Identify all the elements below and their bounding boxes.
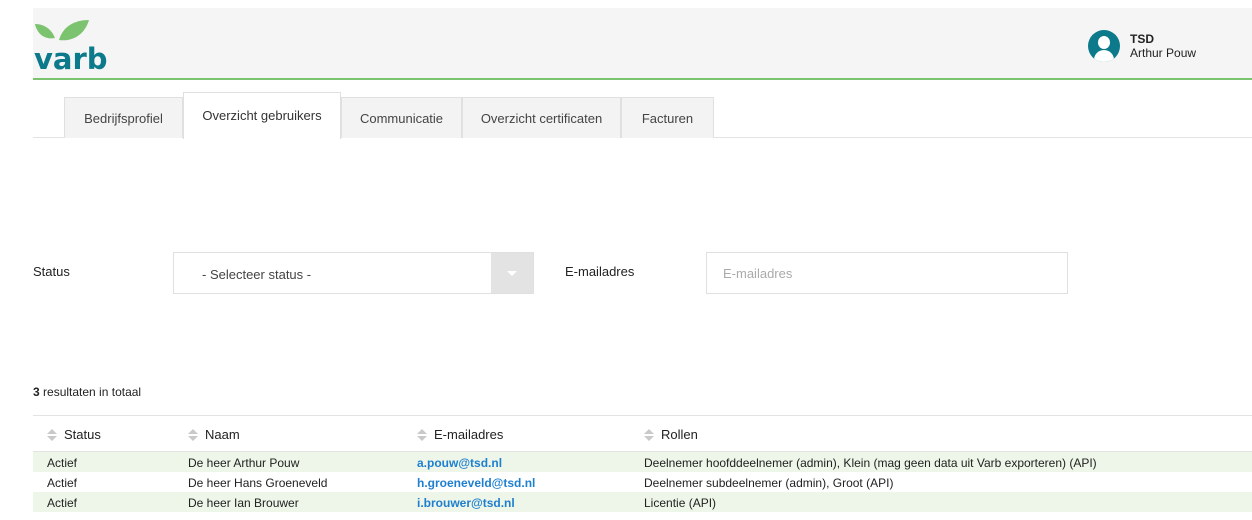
cell-status: Actief bbox=[47, 496, 78, 510]
status-select-value: - Selecteer status - bbox=[202, 267, 312, 282]
cell-rollen: Licentie (API) bbox=[644, 496, 717, 510]
column-header-label: Status bbox=[64, 427, 101, 442]
results-count-suffix: resultaten in totaal bbox=[39, 385, 142, 399]
email-filter-label: E-mailadres bbox=[565, 264, 635, 279]
results-count-number: 3 bbox=[33, 385, 40, 399]
tab-communicatie[interactable]: Communicatie bbox=[341, 97, 462, 138]
users-table: Status Naam E-mailadres Rollen Actief De… bbox=[33, 415, 1252, 512]
user-avatar-icon bbox=[1088, 30, 1120, 62]
results-count: 3 resultaten in totaal bbox=[33, 385, 141, 399]
sort-icon bbox=[417, 428, 427, 441]
cell-email-link[interactable]: h.groeneveld@tsd.nl bbox=[417, 476, 535, 490]
column-header-naam[interactable]: Naam bbox=[188, 427, 240, 442]
sort-icon bbox=[644, 428, 654, 441]
status-select[interactable]: - Selecteer status - bbox=[173, 252, 534, 294]
tab-facturen[interactable]: Facturen bbox=[621, 97, 714, 138]
table-row[interactable]: Actief De heer Hans Groeneveld h.groenev… bbox=[33, 472, 1252, 492]
cell-naam: De heer Ian Brouwer bbox=[188, 496, 299, 510]
user-name: Arthur Pouw bbox=[1130, 46, 1197, 60]
tab-overzicht-certificaten[interactable]: Overzicht certificaten bbox=[462, 97, 621, 138]
table-row[interactable]: Actief De heer Arthur Pouw a.pouw@tsd.nl… bbox=[33, 452, 1252, 472]
logo-text: varb bbox=[34, 42, 108, 76]
cell-naam: De heer Arthur Pouw bbox=[188, 456, 300, 470]
cell-status: Actief bbox=[47, 476, 78, 490]
cell-rollen: Deelnemer hoofddeelnemer (admin), Klein … bbox=[644, 456, 1097, 470]
table-row[interactable]: Actief De heer Ian Brouwer i.brouwer@tsd… bbox=[33, 492, 1252, 512]
top-bar: varb TSD Arthur Pouw bbox=[33, 8, 1252, 80]
varb-logo[interactable]: varb bbox=[33, 16, 113, 76]
user-menu[interactable]: TSD Arthur Pouw bbox=[1088, 26, 1196, 66]
column-header-status[interactable]: Status bbox=[47, 427, 101, 442]
email-filter-input[interactable] bbox=[706, 252, 1068, 294]
column-header-label: Rollen bbox=[661, 427, 698, 442]
cell-naam: De heer Hans Groeneveld bbox=[188, 476, 328, 490]
column-header-rollen[interactable]: Rollen bbox=[644, 427, 698, 442]
cell-email-link[interactable]: i.brouwer@tsd.nl bbox=[417, 496, 515, 510]
user-organization: TSD bbox=[1130, 32, 1154, 46]
sort-icon bbox=[47, 428, 57, 441]
sort-icon bbox=[188, 428, 198, 441]
chevron-down-icon[interactable] bbox=[491, 253, 533, 293]
cell-status: Actief bbox=[47, 456, 78, 470]
column-header-label: Naam bbox=[205, 427, 240, 442]
status-filter-label: Status bbox=[33, 264, 70, 279]
table-header: Status Naam E-mailadres Rollen bbox=[33, 415, 1252, 452]
tab-bedrijfsprofiel[interactable]: Bedrijfsprofiel bbox=[64, 97, 183, 138]
cell-rollen: Deelnemer subdeelnemer (admin), Groot (A… bbox=[644, 476, 894, 490]
column-header-emailadres[interactable]: E-mailadres bbox=[417, 427, 503, 442]
cell-email-link[interactable]: a.pouw@tsd.nl bbox=[417, 456, 502, 470]
tab-bar: Bedrijfsprofiel Overzicht gebruikers Com… bbox=[33, 92, 1252, 139]
column-header-label: E-mailadres bbox=[434, 427, 504, 442]
tab-overzicht-gebruikers[interactable]: Overzicht gebruikers bbox=[183, 92, 341, 139]
